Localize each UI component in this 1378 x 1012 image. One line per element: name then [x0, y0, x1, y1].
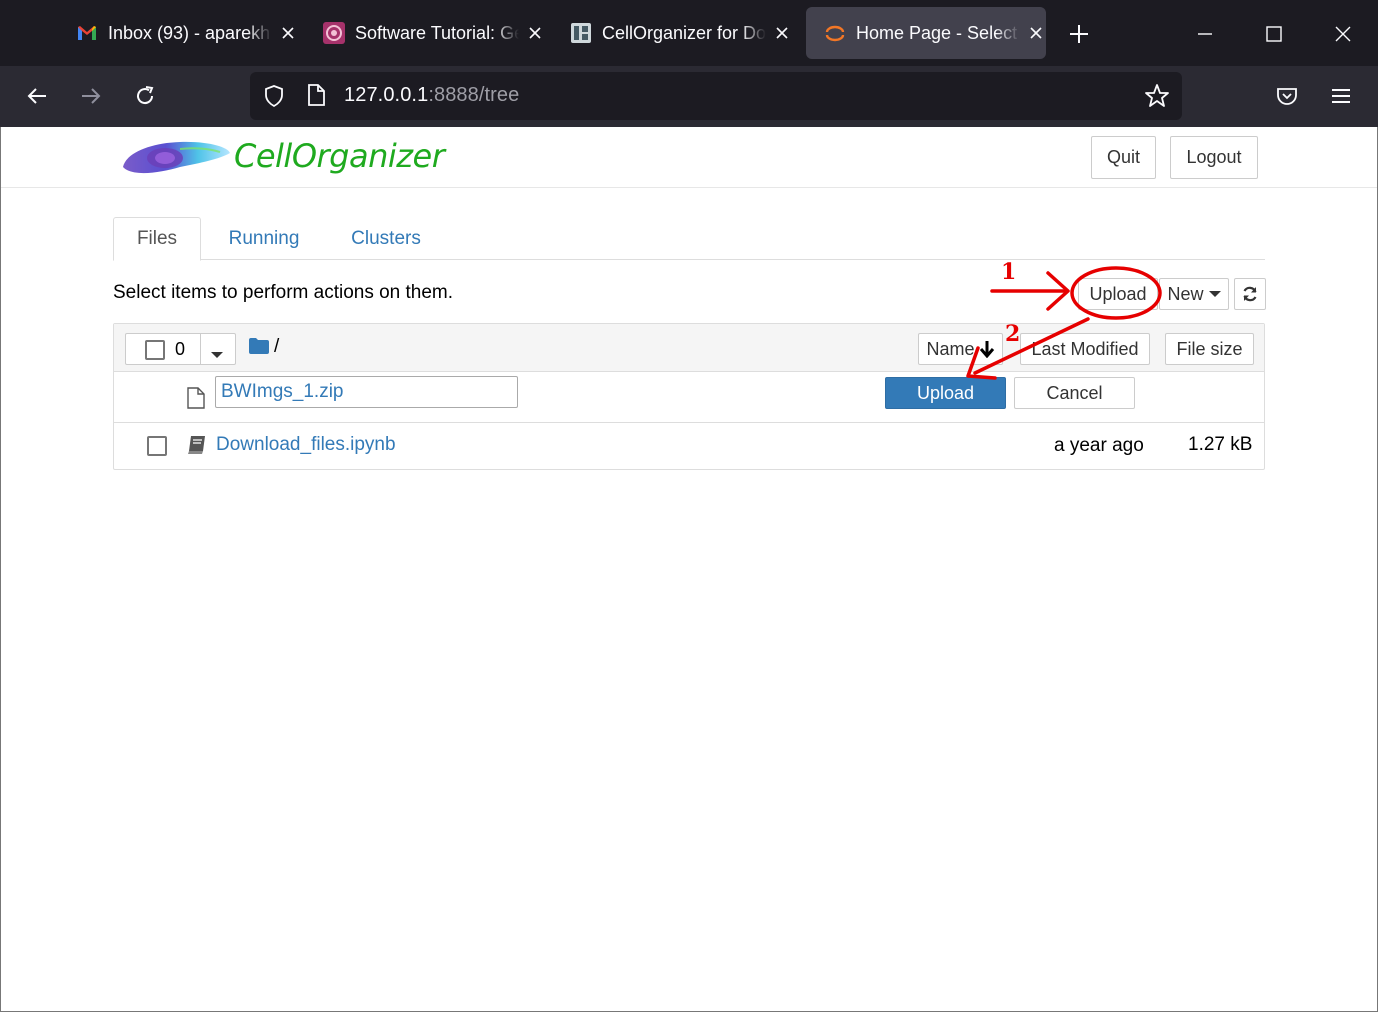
maximize-button[interactable]: [1254, 14, 1294, 54]
tab-running[interactable]: Running: [213, 217, 315, 260]
software-tutorial-icon: [323, 22, 345, 44]
jupyter-icon: [824, 22, 846, 44]
tab-title: Home Page - Select o: [856, 22, 1021, 43]
logout-button[interactable]: Logout: [1170, 136, 1258, 179]
maximize-icon: [1266, 26, 1282, 42]
file-size: 1.27 kB: [1188, 434, 1253, 455]
caret-down-icon[interactable]: [211, 346, 223, 364]
plus-icon: [1070, 25, 1088, 43]
forward-button[interactable]: [71, 76, 111, 116]
sort-file-size-button[interactable]: File size: [1165, 333, 1254, 365]
reload-icon: [137, 86, 154, 105]
cancel-upload-button[interactable]: Cancel: [1014, 377, 1135, 409]
notebook-icon: [187, 435, 207, 460]
pocket-icon: [1277, 88, 1297, 105]
file-last-modified: a year ago: [1054, 435, 1144, 456]
annotation-step-1: 1: [1001, 259, 1017, 285]
browser-tab-home-page[interactable]: Home Page - Select o: [806, 7, 1046, 59]
select-all-group: 0: [125, 333, 236, 365]
upload-filename: BWImgs_1.zip: [221, 381, 344, 402]
name-column-label: Name: [926, 338, 975, 359]
main-tabs: Files Running Clusters: [113, 217, 1265, 261]
file-name-link[interactable]: Download_files.ipynb: [216, 434, 396, 456]
close-icon[interactable]: [772, 23, 792, 43]
sort-name-button[interactable]: Name: [918, 333, 1003, 365]
logo-text[interactable]: CellOrganizer: [234, 137, 445, 175]
breadcrumb-path[interactable]: /: [274, 336, 279, 358]
refresh-icon: [1243, 286, 1257, 302]
menu-button[interactable]: [1321, 76, 1361, 116]
close-window-button[interactable]: [1323, 14, 1363, 54]
sort-last-modified-button[interactable]: Last Modified: [1020, 333, 1150, 365]
browser-tab-bar: Inbox (93) - aparekh Software Tutorial: …: [0, 0, 1378, 66]
confirm-upload-button[interactable]: Upload: [885, 377, 1006, 409]
tab-title: Inbox (93) - aparekh: [108, 22, 271, 43]
tab-files[interactable]: Files: [113, 217, 201, 261]
refresh-button[interactable]: [1234, 278, 1266, 310]
upload-button[interactable]: Upload: [1078, 278, 1158, 310]
browser-tab-software-tutorial[interactable]: Software Tutorial: Ge: [305, 7, 545, 59]
bookmark-star-icon[interactable]: [1144, 83, 1170, 114]
url-bar[interactable]: 127.0.0.1:8888/tree: [250, 72, 1182, 120]
jupyter-header: CellOrganizer Quit Logout: [0, 127, 1378, 188]
selection-hint: Select items to perform actions on them.: [113, 282, 454, 303]
browser-tab-cellorganizer[interactable]: CellOrganizer for Do: [552, 7, 792, 59]
caret-down-icon: [1208, 291, 1221, 297]
file-icon: [187, 387, 205, 414]
upload-row: BWImgs_1.zip Upload Cancel: [114, 372, 1264, 423]
url-host: 127.0.0.1: [344, 84, 429, 106]
close-icon[interactable]: [1026, 23, 1046, 43]
tab-title: Software Tutorial: Ge: [355, 22, 520, 43]
file-list-header: 0 / Name Last Modified File size: [114, 324, 1264, 372]
shield-icon[interactable]: [262, 84, 286, 113]
quit-button[interactable]: Quit: [1091, 136, 1156, 179]
minimize-icon: [1198, 33, 1212, 35]
annotation-arrowhead-1: [1046, 271, 1070, 311]
file-row-checkbox[interactable]: [147, 436, 167, 456]
cell-logo-icon: [120, 137, 232, 184]
arrow-left-icon: [27, 88, 46, 104]
cellorganizer-icon: [570, 22, 592, 44]
new-dropdown-button[interactable]: New: [1159, 278, 1229, 310]
page-icon: [306, 83, 326, 112]
url-text[interactable]: 127.0.0.1:8888/tree: [344, 84, 519, 107]
hamburger-menu-icon: [1332, 89, 1350, 103]
folder-icon[interactable]: [249, 338, 269, 359]
close-icon: [1335, 26, 1351, 42]
tab-title: CellOrganizer for Do: [602, 22, 767, 43]
gmail-icon: [76, 22, 98, 44]
file-list: 0 / Name Last Modified File size BWImgs_…: [113, 323, 1265, 470]
new-label: New: [1167, 283, 1204, 304]
browser-nav-bar: 127.0.0.1:8888/tree: [0, 66, 1378, 127]
reload-button[interactable]: [125, 76, 165, 116]
pocket-button[interactable]: [1267, 76, 1307, 116]
back-button[interactable]: [17, 76, 57, 116]
tab-clusters[interactable]: Clusters: [335, 217, 437, 260]
file-row[interactable]: Download_files.ipynb a year ago 1.27 kB: [114, 423, 1264, 470]
new-tab-button[interactable]: [1059, 14, 1099, 54]
annotation-step-2: 2: [1005, 321, 1021, 347]
arrow-down-icon: [979, 341, 994, 358]
close-icon[interactable]: [525, 23, 545, 43]
url-path: :8888/tree: [428, 84, 520, 106]
arrow-right-icon: [82, 88, 101, 104]
close-icon[interactable]: [278, 23, 298, 43]
select-all-checkbox[interactable]: [145, 340, 165, 360]
minimize-button[interactable]: [1185, 14, 1225, 54]
browser-tab-gmail[interactable]: Inbox (93) - aparekh: [58, 7, 298, 59]
selected-count: 0: [175, 339, 186, 359]
upload-filename-input[interactable]: BWImgs_1.zip: [215, 376, 518, 408]
